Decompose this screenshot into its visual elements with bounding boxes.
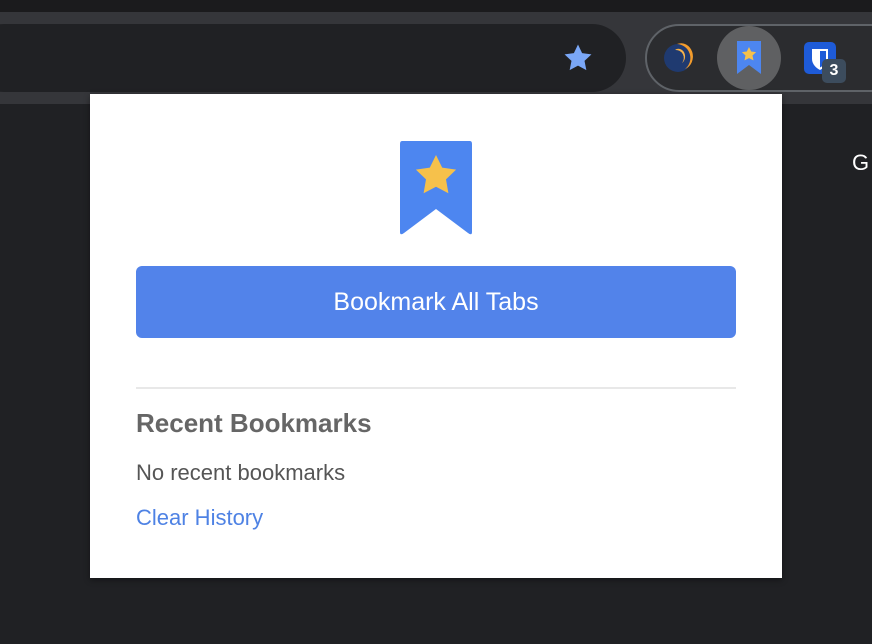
empty-bookmarks-message: No recent bookmarks (136, 460, 346, 485)
star-icon (564, 44, 592, 71)
window-top-strip (0, 0, 872, 12)
section-divider (136, 387, 736, 389)
address-bar[interactable] (0, 24, 626, 92)
extension-badge-count: 3 (822, 59, 846, 83)
bookmark-this-page-button[interactable] (556, 36, 600, 80)
orange-extension-button[interactable] (646, 26, 710, 90)
partial-page-text: G (852, 150, 870, 175)
bookmark-all-tabs-extension-icon (737, 41, 761, 74)
orange-crescent-extension-icon (664, 43, 693, 72)
recent-bookmarks-heading: Recent Bookmarks (136, 408, 372, 438)
extension-popup: Bookmark All Tabs Recent Bookmarks No re… (90, 94, 782, 578)
bookmark-all-tabs-extension-button[interactable] (717, 26, 781, 90)
clear-history-link[interactable]: Clear History (136, 505, 263, 531)
bookmark-ribbon-star-icon (400, 141, 472, 235)
bookmark-all-tabs-button[interactable]: Bookmark All Tabs (136, 266, 736, 338)
